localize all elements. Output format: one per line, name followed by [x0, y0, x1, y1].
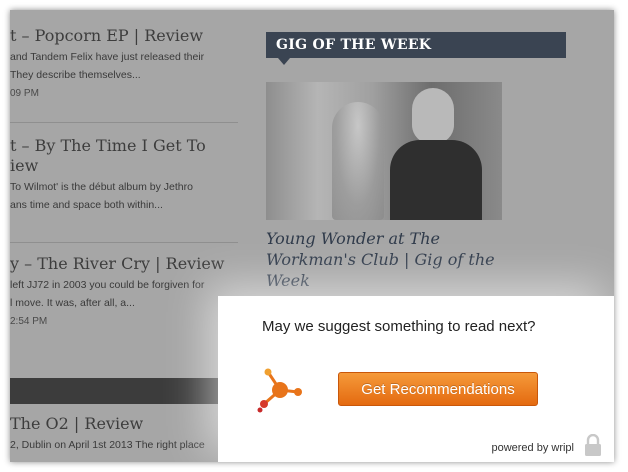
- article-item[interactable]: y – The River Cry | Review left JJ72 in …: [10, 254, 238, 327]
- gig-title-link[interactable]: Young Wonder at The Workman's Club | Gig…: [266, 228, 516, 291]
- gig-of-the-week-header: GIG OF THE WEEK: [266, 32, 566, 65]
- article-excerpt: To Wilmot' is the début album by Jethro …: [10, 181, 193, 211]
- powered-by-link[interactable]: powered by wripl: [491, 442, 574, 454]
- article-time: 2:54 PM: [10, 316, 48, 327]
- article-title[interactable]: y – The River Cry | Review: [10, 254, 238, 274]
- article-title[interactable]: The O2 | Review: [10, 414, 238, 434]
- article-title[interactable]: t – By The Time I Get To iew: [10, 136, 238, 176]
- get-recommendations-button[interactable]: Get Recommendations: [338, 372, 538, 406]
- article-excerpt: 2, Dublin on April 1st 2013 The right pl…: [10, 439, 205, 451]
- article-excerpt: left JJ72 in 2003 you could be forgiven …: [10, 279, 205, 309]
- lock-icon[interactable]: [584, 434, 602, 456]
- wripl-logo-icon: [257, 368, 302, 413]
- page-frame: t – Popcorn EP | Review and Tandem Felix…: [10, 10, 614, 462]
- photo-figure-right: [390, 88, 482, 220]
- divider: [10, 242, 238, 243]
- recommendation-popup: May we suggest something to read next? G…: [218, 296, 614, 462]
- article-item[interactable]: The O2 | Review 2, Dublin on April 1st 2…: [10, 414, 238, 454]
- photo-figure-left: [332, 102, 384, 220]
- popup-question: May we suggest something to read next?: [262, 318, 536, 335]
- divider: [10, 122, 238, 123]
- article-time: 09 PM: [10, 88, 39, 99]
- article-item[interactable]: t – Popcorn EP | Review and Tandem Felix…: [10, 26, 238, 99]
- article-excerpt: and Tandem Felix have just released thei…: [10, 51, 205, 81]
- section-header-bar: [10, 378, 246, 404]
- article-item[interactable]: t – By The Time I Get To iew To Wilmot' …: [10, 136, 238, 214]
- article-title[interactable]: t – Popcorn EP | Review: [10, 26, 238, 46]
- gig-image[interactable]: [266, 82, 502, 220]
